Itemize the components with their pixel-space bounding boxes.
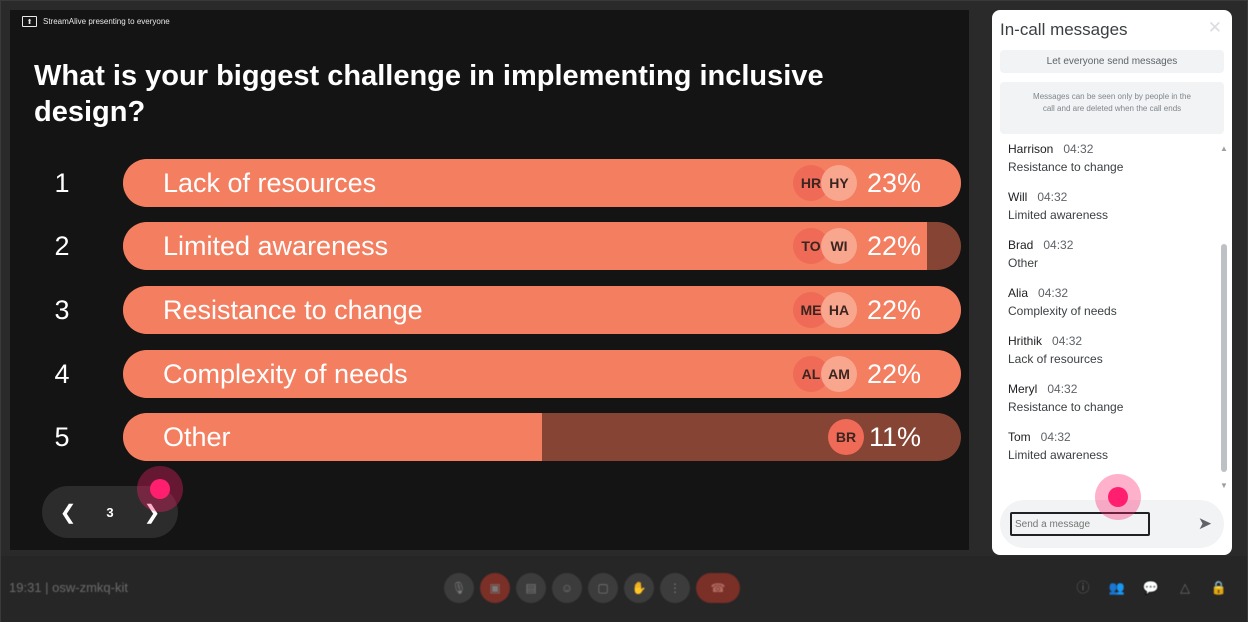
message-time: 04:32 [1043, 238, 1074, 252]
poll-option-3: 3 Resistance to change ME HA 22% [10, 286, 969, 334]
message-time: 04:32 [1038, 286, 1069, 300]
chevron-left-icon[interactable]: ❮ [58, 500, 78, 525]
presentation-stage: ⬆ StreamAlive presenting to everyone Wha… [10, 10, 969, 550]
chat-message: Will 04:32 Limited awareness [1008, 188, 1208, 236]
message-time: 04:32 [1063, 142, 1094, 156]
presenting-text: StreamAlive presenting to everyone [43, 17, 170, 26]
present-icon: ⬆ [22, 16, 37, 27]
captions-icon[interactable]: ▤ [516, 573, 546, 603]
option-label: Other [163, 422, 231, 452]
message-composer: ➤ [1000, 500, 1224, 548]
option-number: 4 [54, 359, 70, 389]
scroll-down-icon[interactable]: ▼ [1220, 481, 1228, 490]
chat-message: Meryl 04:32 Resistance to change [1008, 380, 1208, 428]
chat-icon[interactable]: 💬 [1141, 578, 1161, 598]
poll-option-5: 5 Other BR 11% [10, 413, 969, 461]
avatar: HY [821, 165, 857, 201]
option-number: 5 [54, 422, 70, 452]
avatar: AM [821, 356, 857, 392]
message-sender: Brad [1008, 238, 1034, 252]
poll-option-2: 2 Limited awareness TO WI 22% [10, 222, 969, 270]
avatar: WI [821, 228, 857, 264]
send-icon[interactable]: ➤ [1198, 514, 1212, 534]
option-percent: 22% [866, 231, 921, 261]
message-sender: Tom [1008, 430, 1031, 444]
message-sender: Alia [1008, 286, 1029, 300]
message-text: Limited awareness [1008, 208, 1109, 222]
page-number: 3 [106, 504, 114, 520]
activities-icon[interactable]: △ [1175, 578, 1195, 598]
message-time: 04:32 [1052, 334, 1083, 348]
mic-icon[interactable]: 🎙 [444, 573, 474, 603]
meet-window: ⬆ StreamAlive presenting to everyone Wha… [0, 0, 1248, 622]
chat-message: Hrithik 04:32 Lack of resources [1008, 332, 1208, 380]
pointer-indicator [150, 479, 170, 499]
message-sender: Will [1008, 190, 1028, 204]
option-percent: 23% [866, 168, 921, 198]
option-label: Resistance to change [163, 295, 423, 325]
meeting-info: 19:31 | osw-zmkq-kit [9, 580, 128, 595]
message-text: Other [1008, 256, 1039, 270]
message-list: Harrison 04:32 Resistance to change Will 04:… [1008, 140, 1208, 476]
chat-panel: In-call messages ✕ Let everyone send mes… [992, 10, 1232, 555]
people-icon[interactable]: 👥 [1107, 578, 1127, 598]
option-label: Lack of resources [163, 168, 377, 198]
camera-off-icon[interactable]: ▣ [480, 573, 510, 603]
avatar: HA [821, 292, 857, 328]
chat-message: Harrison 04:32 Resistance to change [1008, 140, 1208, 188]
close-icon[interactable]: ✕ [1208, 18, 1222, 38]
avatar: BR [828, 419, 864, 455]
present-icon[interactable]: ▢ [588, 573, 618, 603]
option-number: 3 [54, 295, 70, 325]
message-time: 04:32 [1040, 430, 1071, 444]
option-label: Complexity of needs [163, 359, 408, 389]
hang-up-icon[interactable]: ☎ [696, 573, 740, 603]
chat-notice: Messages can be seen only by people in t… [1000, 82, 1224, 134]
message-text: Resistance to change [1008, 160, 1124, 174]
option-percent: 11% [868, 422, 921, 452]
option-bar: Lack of resources HR HY 23% [123, 159, 961, 207]
poll-question: What is your biggest challenge in implem… [34, 60, 824, 128]
chat-message: Tom 04:32 Limited awareness [1008, 428, 1208, 476]
message-text: Complexity of needs [1008, 304, 1117, 318]
option-label: Limited awareness [163, 231, 389, 261]
message-sender: Hrithik [1008, 334, 1043, 348]
option-number: 2 [54, 231, 70, 261]
message-time: 04:32 [1047, 382, 1078, 396]
chat-message: Brad 04:32 Other [1008, 236, 1208, 284]
message-input[interactable] [1010, 512, 1150, 536]
host-controls-icon[interactable]: 🔒 [1209, 578, 1229, 598]
message-text: Lack of resources [1008, 352, 1103, 366]
message-sender: Meryl [1008, 382, 1038, 396]
option-bar: Complexity of needs AL AM 22% [123, 350, 961, 398]
chevron-right-icon[interactable]: ❯ [142, 500, 162, 525]
scroll-thumb[interactable] [1221, 244, 1227, 472]
chat-message: Alia 04:32 Complexity of needs [1008, 284, 1208, 332]
option-bar: Other BR 11% [123, 413, 961, 461]
emoji-icon[interactable]: ☺ [552, 573, 582, 603]
message-text: Resistance to change [1008, 400, 1124, 414]
info-icon[interactable]: ⓘ [1073, 578, 1093, 598]
option-number: 1 [54, 168, 70, 198]
meeting-toolbar: 19:31 | osw-zmkq-kit 🎙 ▣ ▤ ☺ ▢ ✋ ⋮ ☎ ⓘ 👥… [1, 556, 1247, 622]
chat-title: In-call messages [1000, 20, 1128, 39]
message-time: 04:32 [1037, 190, 1068, 204]
call-controls: 🎙 ▣ ▤ ☺ ▢ ✋ ⋮ ☎ [444, 573, 740, 603]
let-everyone-send-toggle[interactable]: Let everyone send messages [1000, 50, 1224, 73]
more-icon[interactable]: ⋮ [660, 573, 690, 603]
pointer-indicator [1108, 487, 1128, 507]
scroll-up-icon[interactable]: ▲ [1220, 144, 1228, 153]
option-percent: 22% [866, 295, 921, 325]
presenting-indicator: ⬆ StreamAlive presenting to everyone [22, 16, 170, 27]
message-sender: Harrison [1008, 142, 1054, 156]
side-controls: ⓘ 👥 💬 △ 🔒 [1073, 578, 1229, 598]
option-bar: Resistance to change ME HA 22% [123, 286, 961, 334]
poll-option-4: 4 Complexity of needs AL AM 22% [10, 350, 969, 398]
chat-scrollbar[interactable]: ▲ ▼ [1220, 144, 1228, 490]
raise-hand-icon[interactable]: ✋ [624, 573, 654, 603]
option-percent: 22% [866, 359, 921, 389]
option-bar: Limited awareness TO WI 22% [123, 222, 961, 270]
poll-option-1: 1 Lack of resources HR HY 23% [10, 159, 969, 207]
message-text: Limited awareness [1008, 448, 1109, 462]
